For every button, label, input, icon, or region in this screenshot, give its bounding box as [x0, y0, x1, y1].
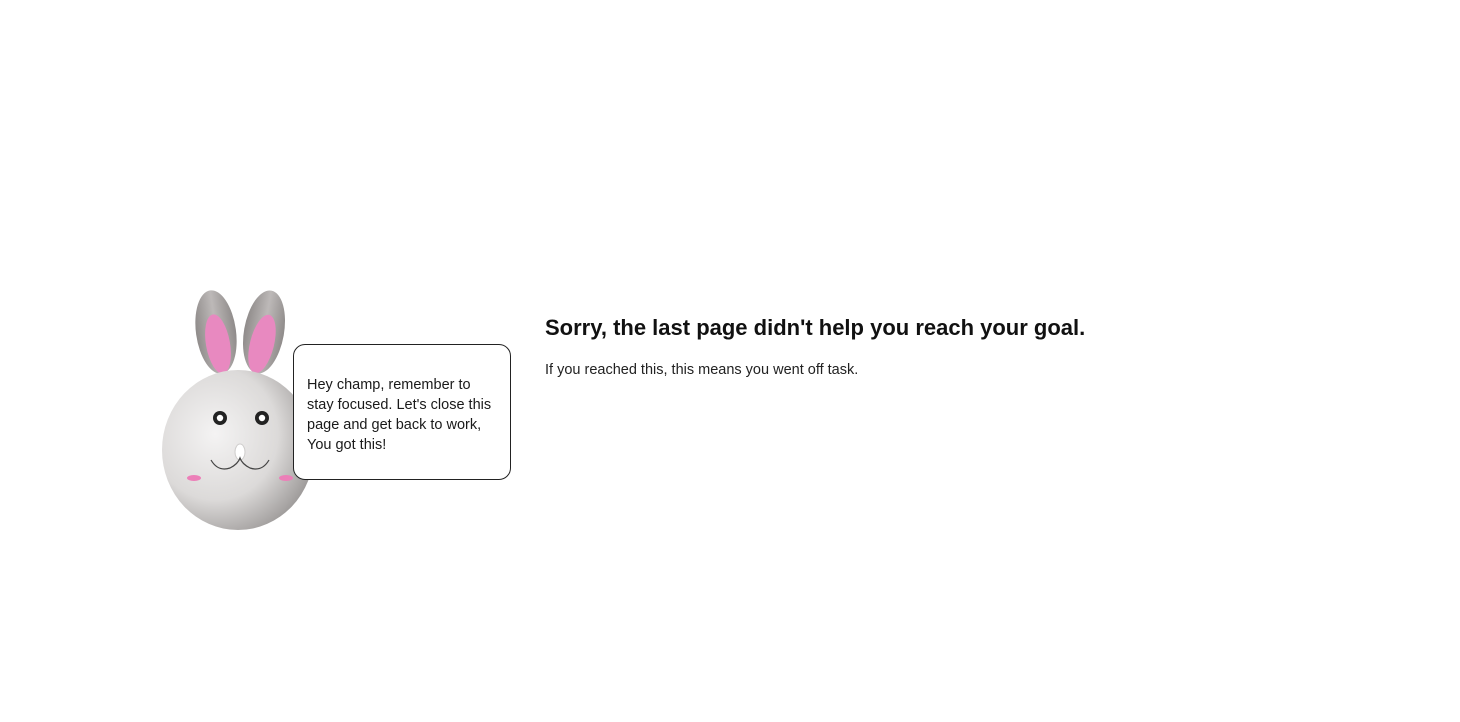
off-task-page: Hey champ, remember to stay focused. Let… — [0, 0, 1460, 722]
speech-bubble-text: Hey champ, remember to stay focused. Let… — [307, 377, 492, 453]
right-ear-icon — [242, 290, 286, 374]
left-ear-icon — [195, 290, 237, 374]
speech-bubble: Hey champ, remember to stay focused. Let… — [293, 344, 511, 480]
main-content: Sorry, the last page didn't help you rea… — [545, 312, 1425, 380]
page-description: If you reached this, this means you went… — [545, 362, 859, 378]
page-title: Sorry, the last page didn't help you rea… — [545, 315, 1086, 340]
